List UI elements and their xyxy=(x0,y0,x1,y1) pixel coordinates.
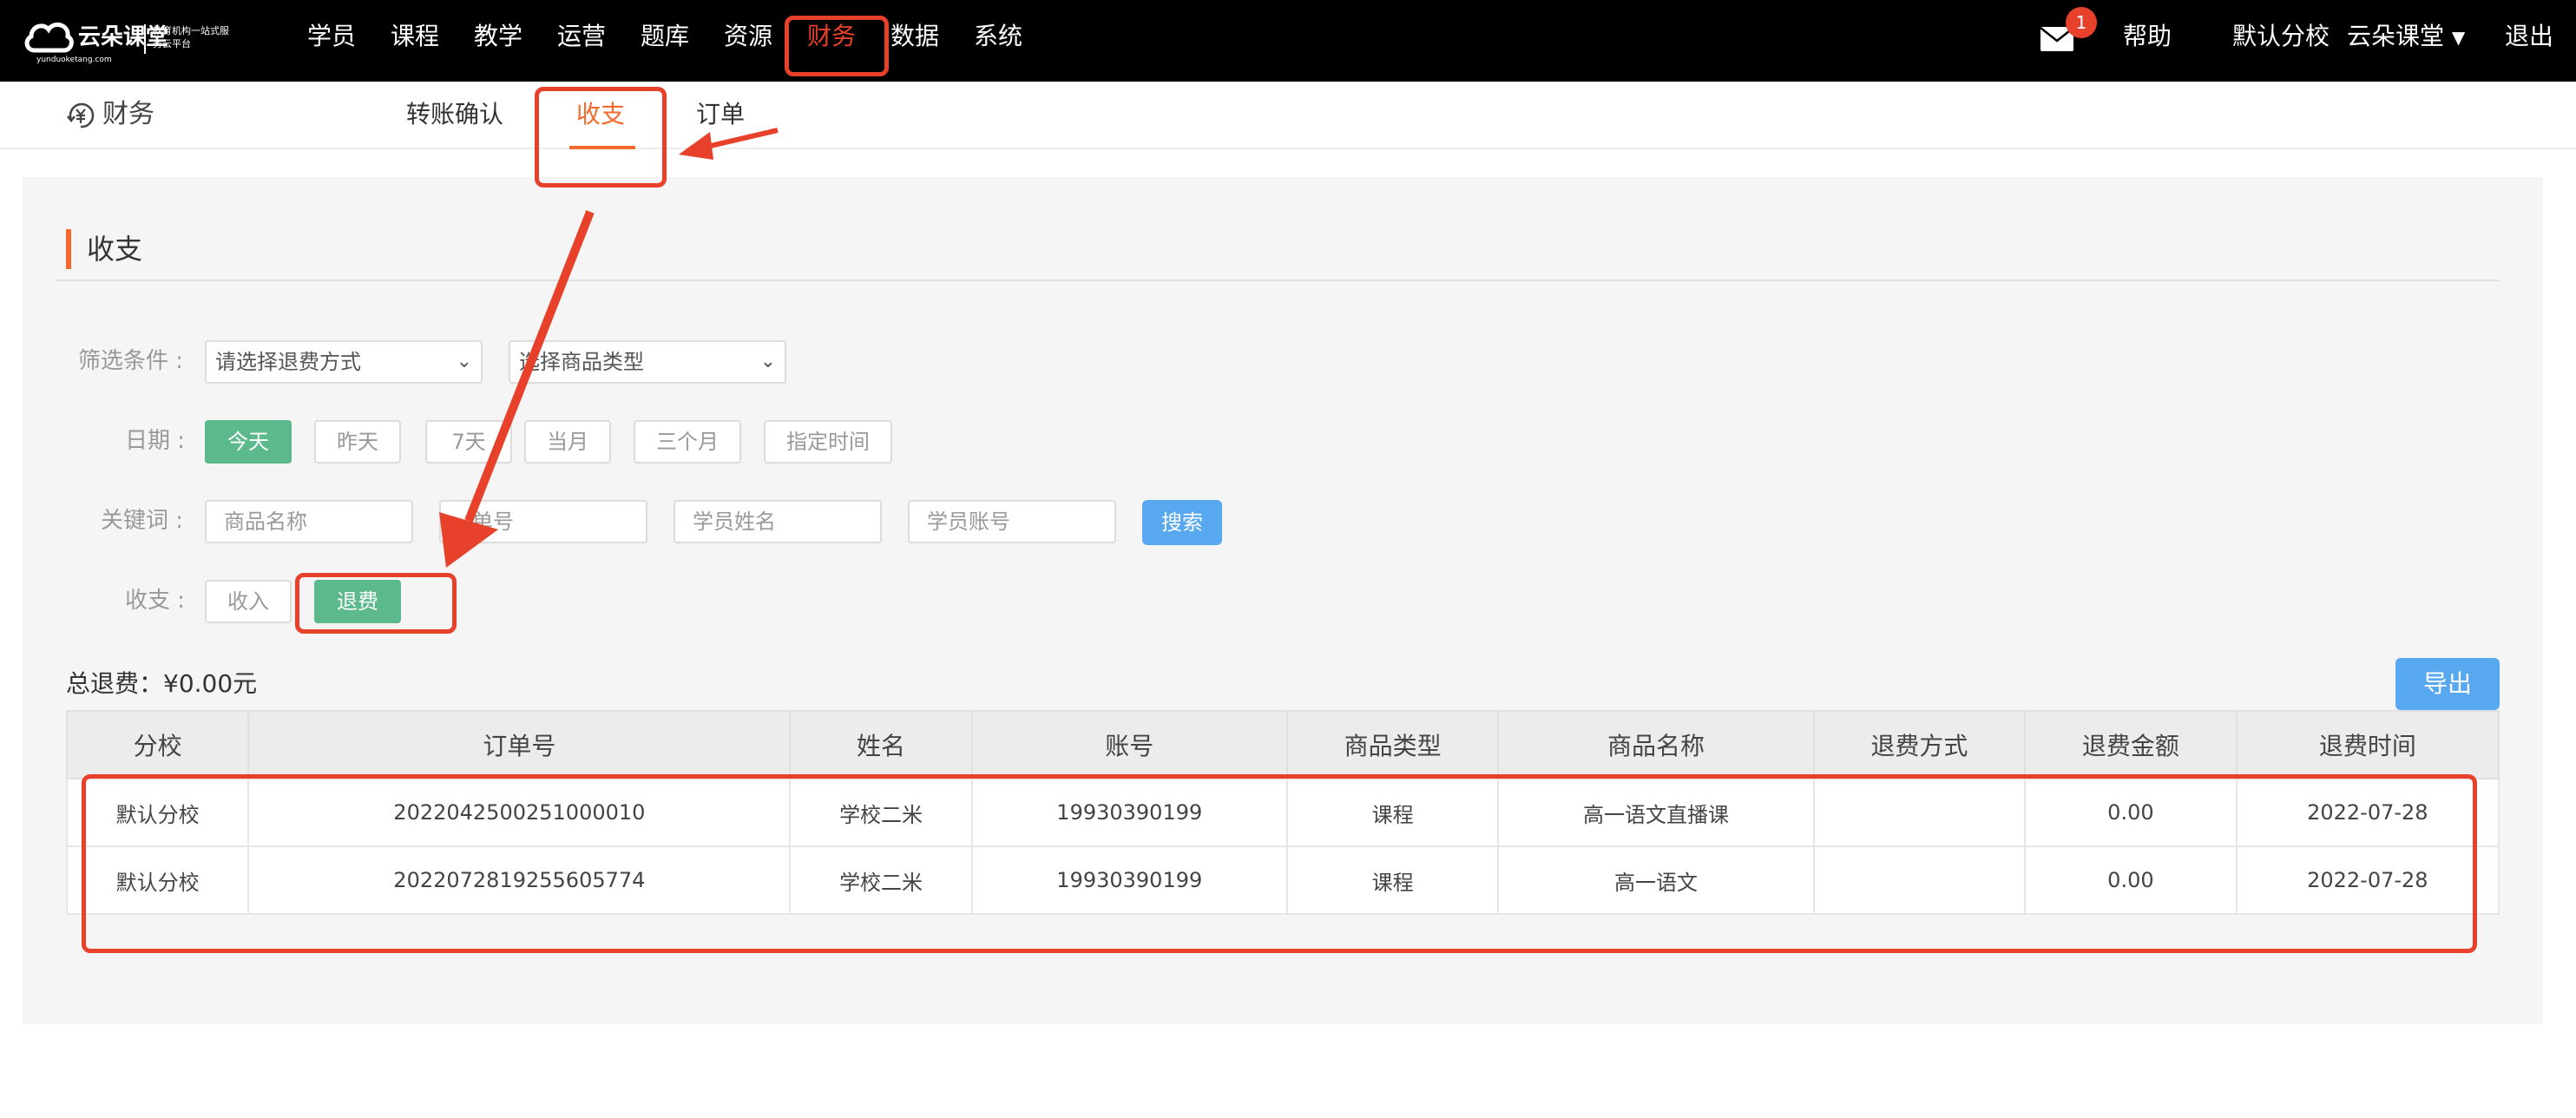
arrow-to-income-tab xyxy=(679,128,779,160)
annotation-arrows xyxy=(439,128,779,568)
arrow-to-refund-button xyxy=(439,210,595,568)
